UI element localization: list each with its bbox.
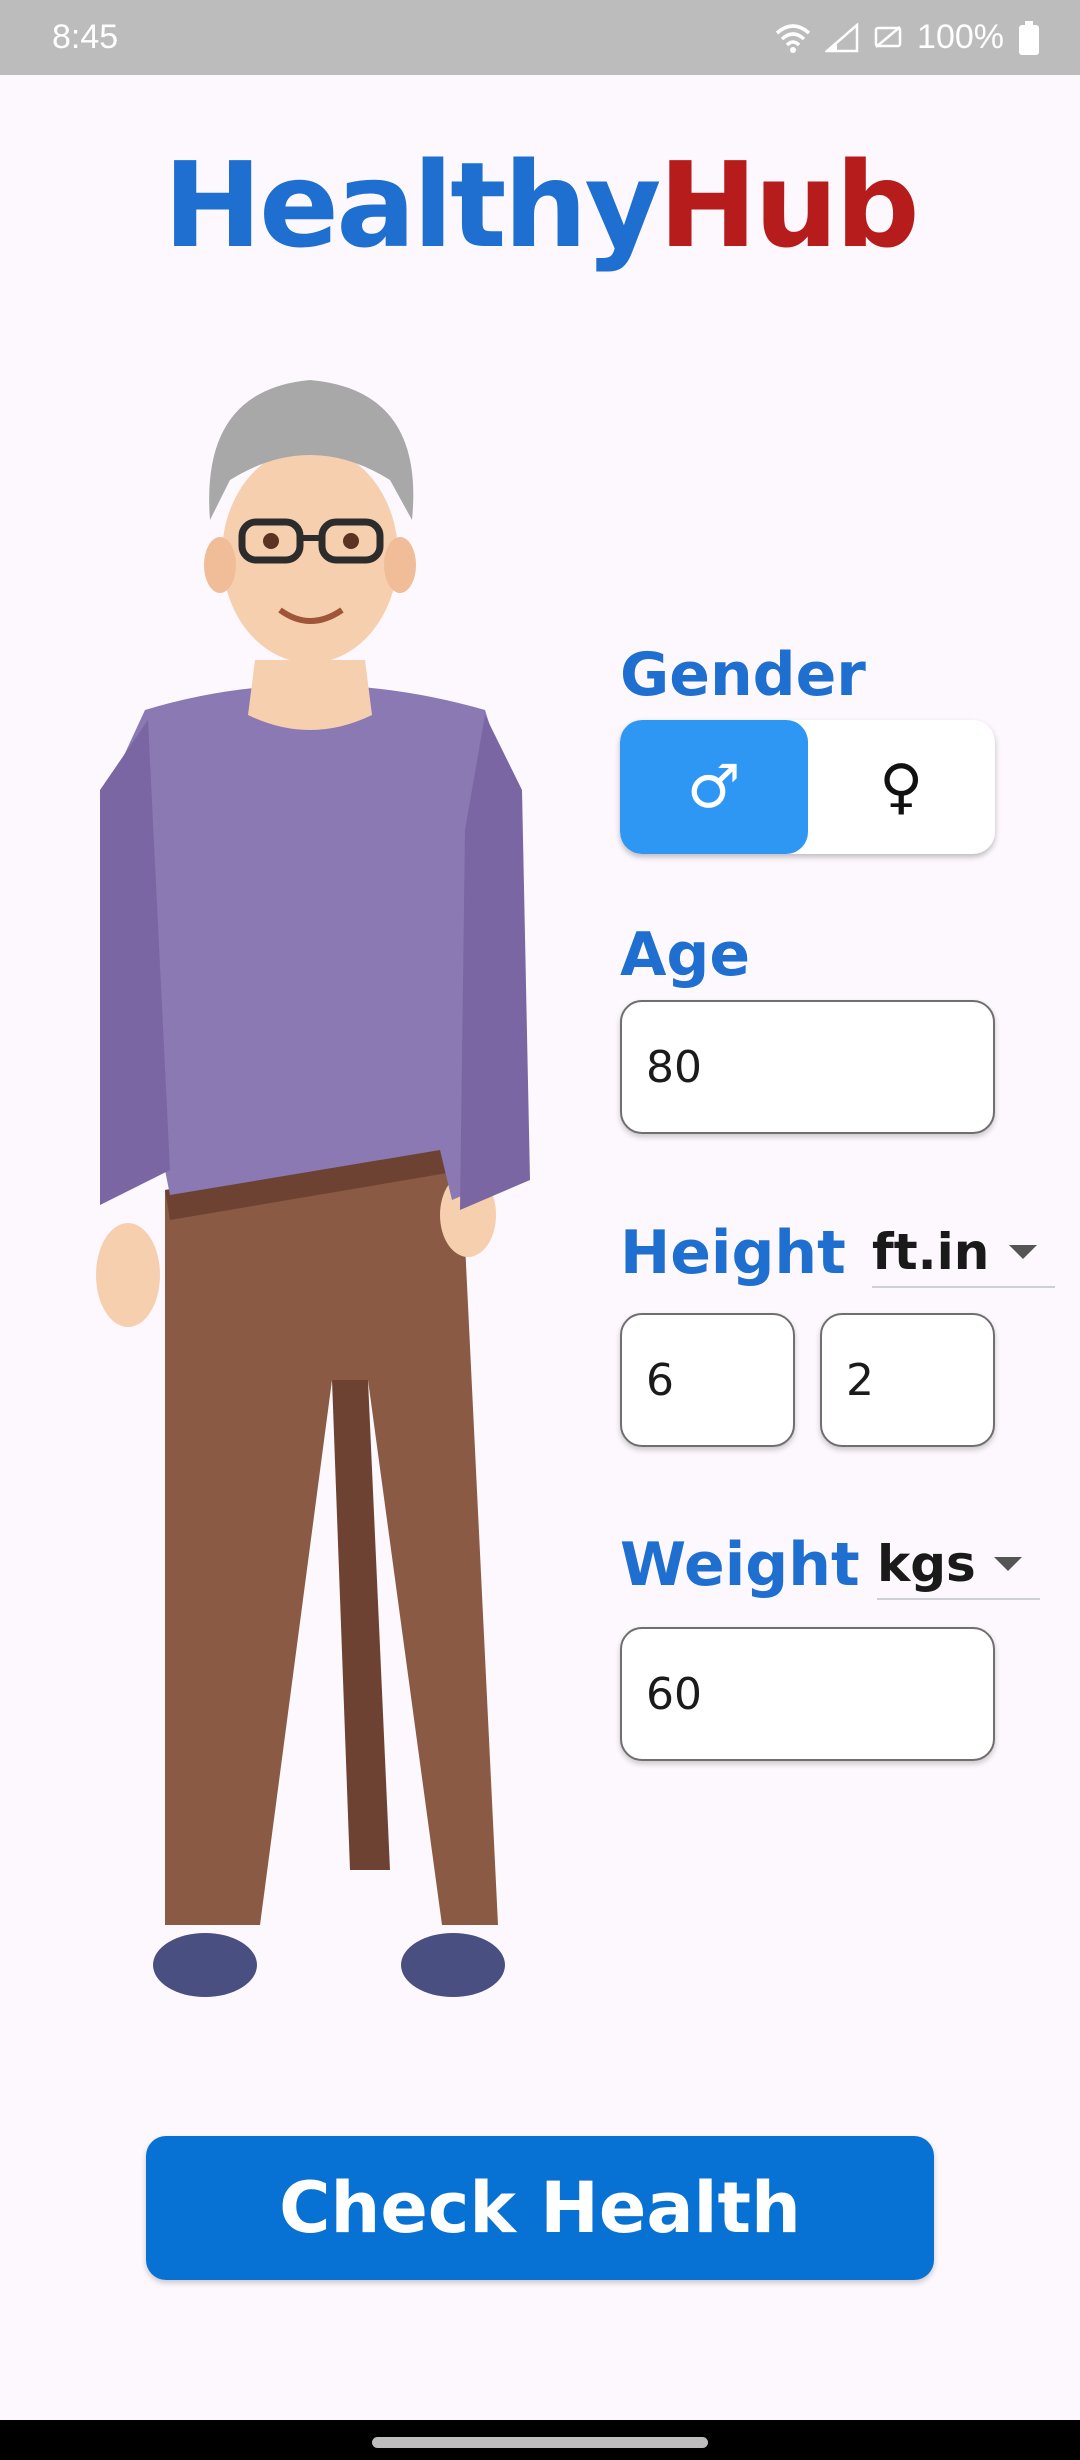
weight-input[interactable]: 60 <box>620 1627 995 1761</box>
signal-icon <box>825 22 859 52</box>
logo-healthy: Healthy <box>163 136 661 274</box>
dropdown-arrow-icon <box>994 1557 1022 1571</box>
height-feet-value: 6 <box>646 1354 674 1406</box>
height-unit-value: ft.in <box>872 1223 990 1281</box>
weight-unit-value: kgs <box>877 1535 976 1593</box>
check-health-button[interactable]: Check Health <box>146 2136 934 2280</box>
battery-icon <box>1019 20 1039 55</box>
weight-value: 60 <box>646 1668 702 1720</box>
height-inches-value: 2 <box>846 1354 874 1406</box>
age-value: 80 <box>646 1041 702 1093</box>
battery-percent: 100% <box>917 18 1004 56</box>
status-time: 8:45 <box>52 18 119 56</box>
height-unit-dropdown[interactable]: ft.in <box>872 1218 1055 1288</box>
weight-unit-dropdown[interactable]: kgs <box>877 1530 1040 1600</box>
dropdown-arrow-icon <box>1009 1245 1037 1259</box>
gender-label: Gender <box>620 640 866 710</box>
elderly-man-illustration <box>96 380 530 1997</box>
weight-label: Weight <box>620 1530 860 1600</box>
female-icon: ♀ <box>879 752 924 822</box>
status-bar: 8:45 100% <box>0 0 1080 75</box>
male-icon: ♂ <box>686 752 741 822</box>
no-sim-icon <box>874 25 902 48</box>
female-option[interactable]: ♀ <box>808 720 996 854</box>
age-input[interactable]: 80 <box>620 1000 995 1134</box>
app-logo: HealthyHub <box>0 140 1080 270</box>
height-inches-input[interactable]: 2 <box>820 1313 995 1447</box>
height-label: Height <box>620 1218 846 1288</box>
wifi-icon <box>775 23 811 53</box>
male-option[interactable]: ♂ <box>620 720 808 854</box>
gender-toggle[interactable]: ♂ ♀ <box>620 720 995 854</box>
age-label: Age <box>620 920 751 990</box>
logo-hub: Hub <box>658 136 919 274</box>
home-gesture-handle[interactable] <box>372 2437 708 2448</box>
height-feet-input[interactable]: 6 <box>620 1313 795 1447</box>
status-icons: 100% <box>775 18 1040 57</box>
